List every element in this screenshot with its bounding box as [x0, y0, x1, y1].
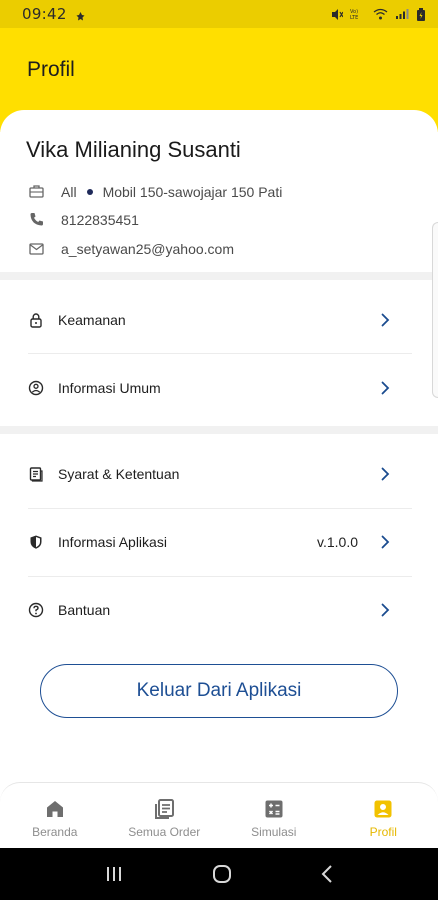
menu-item-keamanan[interactable]: Keamanan	[28, 286, 412, 354]
menu-label: Syarat & Ketentuan	[58, 466, 180, 482]
menu-label: Informasi Aplikasi	[58, 534, 167, 550]
page-title: Profil	[27, 58, 75, 81]
status-bar: 09:42 Vo) LTE	[0, 0, 438, 28]
recent-apps-icon[interactable]	[105, 866, 123, 882]
menu-item-bantuan[interactable]: Bantuan	[28, 576, 412, 644]
profile-card: Vika Milianing Susanti All Mobil 150-saw…	[0, 110, 438, 272]
menu-item-informasi-aplikasi[interactable]: Informasi Aplikasi v.1.0.0	[28, 508, 412, 576]
nav-item-beranda[interactable]: Beranda	[0, 783, 110, 848]
signal-icon	[395, 8, 409, 20]
nav-label: Semua Order	[128, 824, 201, 839]
volte-icon: Vo) LTE	[350, 8, 366, 20]
section-divider	[0, 426, 438, 434]
help-icon	[28, 602, 44, 618]
menu-label: Bantuan	[58, 602, 111, 618]
profile-phone: 8122835451	[61, 211, 139, 228]
mute-icon	[330, 8, 343, 21]
battery-icon	[416, 7, 426, 21]
nav-label: Simulasi	[251, 824, 297, 839]
calculator-icon	[262, 797, 286, 821]
nav-item-simulasi[interactable]: Simulasi	[219, 783, 329, 848]
briefcase-icon	[28, 183, 45, 200]
orders-icon	[152, 797, 176, 821]
profile-vehicle-row: All Mobil 150-sawojajar 150 Pati	[28, 183, 282, 200]
profile-email-row: a_setyawan25@yahoo.com	[28, 240, 234, 257]
profile-name: Vika Milianing Susanti	[26, 137, 241, 162]
nav-label: Beranda	[32, 824, 78, 839]
wifi-icon	[373, 8, 388, 20]
notification-icon	[75, 9, 86, 20]
section-divider	[0, 272, 438, 280]
mail-icon	[28, 240, 45, 257]
menu-item-informasi-umum[interactable]: Informasi Umum	[28, 354, 412, 422]
chevron-right-icon	[378, 381, 392, 395]
profile-icon	[371, 797, 395, 821]
home-button-icon[interactable]	[212, 864, 232, 884]
separator-dot	[86, 188, 93, 195]
system-nav-bar	[0, 848, 438, 900]
lock-icon	[28, 312, 44, 328]
shield-icon	[28, 534, 44, 550]
back-icon[interactable]	[321, 865, 333, 883]
menu-label: Informasi Umum	[58, 380, 161, 396]
nav-label: Profil	[369, 824, 397, 839]
nav-item-semua-order[interactable]: Semua Order	[110, 783, 220, 848]
chevron-right-icon	[378, 467, 392, 481]
profile-category: All	[61, 183, 77, 200]
document-icon	[28, 466, 44, 482]
svg-text:LTE: LTE	[350, 15, 358, 20]
menu-item-syarat-ketentuan[interactable]: Syarat & Ketentuan	[28, 440, 412, 508]
logout-button[interactable]: Keluar Dari Aplikasi	[40, 664, 398, 718]
phone-icon	[28, 211, 45, 228]
chevron-right-icon	[378, 313, 392, 327]
profile-sheet: Vika Milianing Susanti All Mobil 150-saw…	[0, 110, 438, 780]
status-time: 09:42	[22, 5, 67, 23]
profile-phone-row: 8122835451	[28, 211, 139, 228]
chevron-right-icon	[378, 535, 392, 549]
home-icon	[43, 797, 67, 821]
app-version: v.1.0.0	[317, 534, 358, 550]
nav-item-profil[interactable]: Profil	[329, 783, 438, 848]
profile-vehicle: Mobil 150-sawojajar 150 Pati	[102, 183, 283, 200]
menu-label: Keamanan	[58, 312, 126, 328]
bottom-nav: Beranda Semua Order Simulasi Profil	[0, 782, 438, 848]
user-circle-icon	[28, 380, 44, 396]
profile-email: a_setyawan25@yahoo.com	[61, 240, 234, 257]
scroll-handle[interactable]	[432, 222, 438, 398]
chevron-right-icon	[378, 603, 392, 617]
